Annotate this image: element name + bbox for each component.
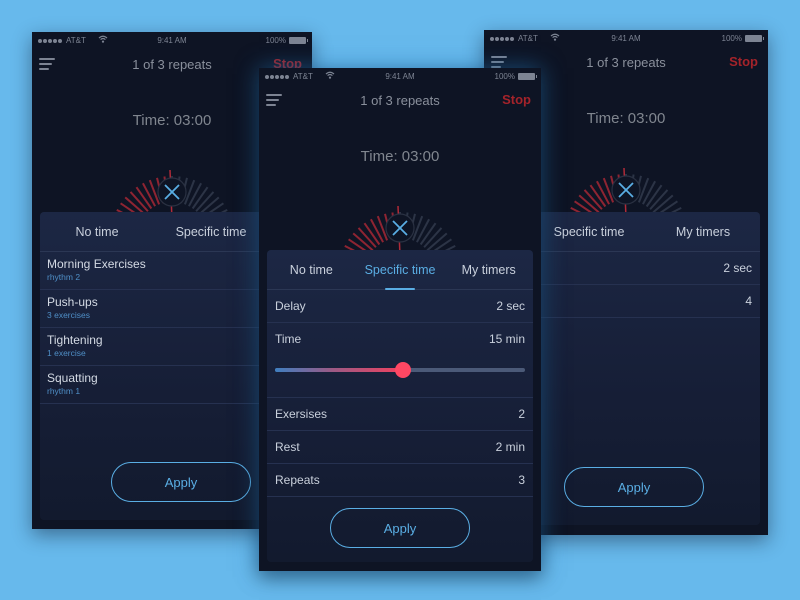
tab-no-time[interactable]: No time [40, 212, 154, 251]
tab-specific-time[interactable]: Specific time [356, 250, 445, 290]
setting-value: 15 min [488, 332, 525, 346]
close-icon[interactable] [385, 213, 415, 243]
setting-label: Time [275, 332, 302, 346]
timer-dial [92, 160, 252, 227]
setting-value: 2 sec [496, 299, 525, 313]
timer-dial [546, 158, 706, 225]
nav-bar: 1 of 3 repeats Stop [259, 86, 541, 112]
tab-my-timers[interactable]: My timers [444, 250, 533, 289]
setting-value: 2 sec [723, 261, 752, 275]
apply-button[interactable]: Apply [564, 467, 704, 507]
timer-dial [320, 196, 480, 263]
phone-screen-specific-time: AT&T 9:41 AM 100% 1 of 3 repeats Stop Ti… [259, 68, 541, 571]
tab-bar: No time Specific time My timers [267, 250, 533, 290]
setting-value: 2 [518, 407, 525, 421]
setting-row-repeats[interactable]: Repeats 3 [267, 464, 533, 497]
apply-button[interactable]: Apply [111, 462, 251, 502]
dial-ticks [341, 205, 459, 263]
setting-row-time: Time 15 min [267, 323, 533, 398]
battery-icon [745, 35, 764, 42]
tab-no-time[interactable]: No time [267, 250, 356, 289]
setting-row-exercises[interactable]: Exersises 2 [267, 398, 533, 431]
setting-label: Repeats [275, 473, 320, 487]
battery-percent: 100% [494, 72, 515, 81]
setting-label: Rest [275, 440, 300, 454]
battery-percent: 100% [265, 36, 286, 45]
setting-label: Delay [275, 299, 306, 313]
close-icon[interactable] [157, 177, 187, 207]
setting-label: Exersises [275, 407, 328, 421]
slider-thumb[interactable] [394, 362, 411, 378]
stop-button[interactable]: Stop [502, 92, 531, 107]
tab-specific-time[interactable]: Specific time [154, 212, 268, 251]
time-label: Time: 03:00 [360, 148, 440, 165]
slider-fill [275, 368, 403, 372]
setting-row-delay[interactable]: Delay 2 sec [267, 290, 533, 323]
repeats-title: 1 of 3 repeats [360, 93, 440, 108]
tab-specific-time[interactable]: Specific time [532, 212, 646, 251]
timer-options-sheet: No time Specific time My timers Delay 2 … [267, 250, 533, 562]
battery-percent: 100% [721, 34, 742, 43]
stop-button[interactable]: Stop [729, 54, 758, 69]
status-bar: AT&T 9:41 AM 100% [32, 32, 312, 48]
status-bar: AT&T 9:41 AM 100% [484, 30, 768, 46]
dial-ticks [113, 169, 231, 227]
setting-row-rest[interactable]: Rest 2 min [267, 431, 533, 464]
close-icon[interactable] [611, 175, 641, 205]
status-bar: AT&T 9:41 AM 100% [259, 68, 541, 84]
setting-value: 3 [518, 473, 525, 487]
setting-value: 2 min [495, 440, 525, 454]
apply-button[interactable]: Apply [330, 508, 470, 548]
tab-my-timers[interactable]: My timers [646, 212, 760, 251]
dial-ticks [567, 167, 685, 225]
battery-icon [518, 73, 537, 80]
time-slider[interactable] [275, 362, 525, 378]
battery-icon [289, 37, 308, 44]
setting-value: 4 [745, 294, 752, 308]
